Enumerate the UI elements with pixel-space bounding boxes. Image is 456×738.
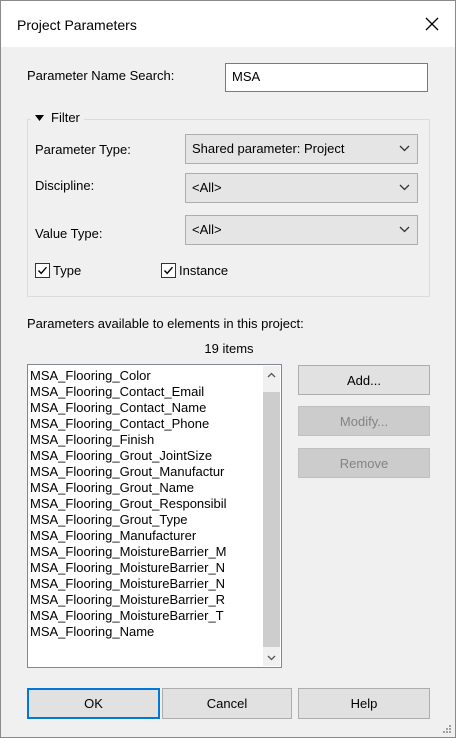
parameters-count: 19 items [204, 341, 254, 356]
ok-button[interactable]: OK [27, 688, 160, 719]
instance-checkbox[interactable] [161, 263, 176, 278]
list-item[interactable]: MSA_Flooring_Name [30, 624, 262, 640]
search-input-value: MSA [232, 69, 261, 84]
help-button[interactable]: Help [298, 688, 430, 719]
remove-button[interactable]: Remove [298, 448, 430, 478]
list-item[interactable]: MSA_Flooring_Contact_Name [30, 400, 262, 416]
search-input[interactable]: MSA [225, 63, 428, 92]
list-item[interactable]: MSA_Flooring_Finish [30, 432, 262, 448]
value-type-select[interactable]: <All> [185, 215, 418, 245]
list-item[interactable]: MSA_Flooring_Grout_Manufactur [30, 464, 262, 480]
checkmark-icon [163, 266, 174, 275]
list-item[interactable]: MSA_Flooring_Grout_JointSize [30, 448, 262, 464]
parameter-type-value: Shared parameter: Project [192, 141, 345, 156]
parameters-list: MSA_Flooring_Color MSA_Flooring_Contact_E… [30, 368, 262, 640]
list-item[interactable]: MSA_Flooring_MoistureBarrier_R [30, 592, 262, 608]
parameters-header: Parameters available to elements in this… [27, 316, 304, 331]
instance-checkbox-label: Instance [179, 263, 229, 278]
type-checkbox-label: Type [53, 263, 82, 278]
triangle-down-icon [35, 114, 44, 121]
type-checkbox-row[interactable]: Type [35, 263, 81, 278]
scroll-up-button[interactable] [263, 366, 280, 383]
list-item[interactable]: MSA_Flooring_MoistureBarrier_N [30, 576, 262, 592]
checkmark-icon [37, 266, 48, 275]
project-parameters-dialog: Project Parameters Parameter Name Search… [0, 0, 456, 738]
list-item[interactable]: MSA_Flooring_Color [30, 368, 262, 384]
discipline-select[interactable]: <All> [185, 173, 418, 203]
list-item[interactable]: MSA_Flooring_Grout_Type [30, 512, 262, 528]
parameters-listbox[interactable]: MSA_Flooring_Color MSA_Flooring_Contact_E… [27, 364, 282, 668]
window-title: Project Parameters [17, 17, 137, 33]
list-item[interactable]: MSA_Flooring_Manufacturer [30, 528, 262, 544]
modify-button[interactable]: Modify... [298, 406, 430, 436]
filter-label: Filter [51, 110, 80, 125]
chevron-down-icon [267, 655, 276, 660]
scroll-thumb[interactable] [263, 392, 280, 647]
close-icon [425, 17, 439, 31]
list-item[interactable]: MSA_Flooring_Contact_Email [30, 384, 262, 400]
title-bar: Project Parameters [1, 1, 455, 47]
discipline-label: Discipline: [35, 178, 95, 193]
close-button[interactable] [409, 1, 455, 47]
list-item[interactable]: MSA_Flooring_Grout_Responsibil [30, 496, 262, 512]
list-item[interactable]: MSA_Flooring_MoistureBarrier_T [30, 608, 262, 624]
instance-checkbox-row[interactable]: Instance [161, 263, 228, 278]
chevron-down-icon [399, 145, 410, 152]
list-item[interactable]: MSA_Flooring_Contact_Phone [30, 416, 262, 432]
resize-grip-icon[interactable] [441, 723, 452, 734]
chevron-down-icon [399, 226, 410, 233]
list-item[interactable]: MSA_Flooring_MoistureBarrier_N [30, 560, 262, 576]
list-item[interactable]: MSA_Flooring_MoistureBarrier_M [30, 544, 262, 560]
chevron-up-icon [267, 372, 276, 377]
parameter-type-select[interactable]: Shared parameter: Project [185, 134, 418, 164]
type-checkbox[interactable] [35, 263, 50, 278]
chevron-down-icon [399, 184, 410, 191]
list-item[interactable]: MSA_Flooring_Grout_Name [30, 480, 262, 496]
parameter-type-label: Parameter Type: [35, 142, 131, 157]
add-button[interactable]: Add... [298, 365, 430, 395]
scrollbar[interactable] [263, 366, 280, 666]
filter-header[interactable]: Filter [31, 110, 84, 125]
search-label: Parameter Name Search: [27, 68, 175, 83]
cancel-button[interactable]: Cancel [162, 688, 292, 719]
value-type-label: Value Type: [35, 226, 103, 241]
discipline-value: <All> [192, 180, 222, 195]
value-type-value: <All> [192, 222, 222, 237]
scroll-down-button[interactable] [263, 649, 280, 666]
